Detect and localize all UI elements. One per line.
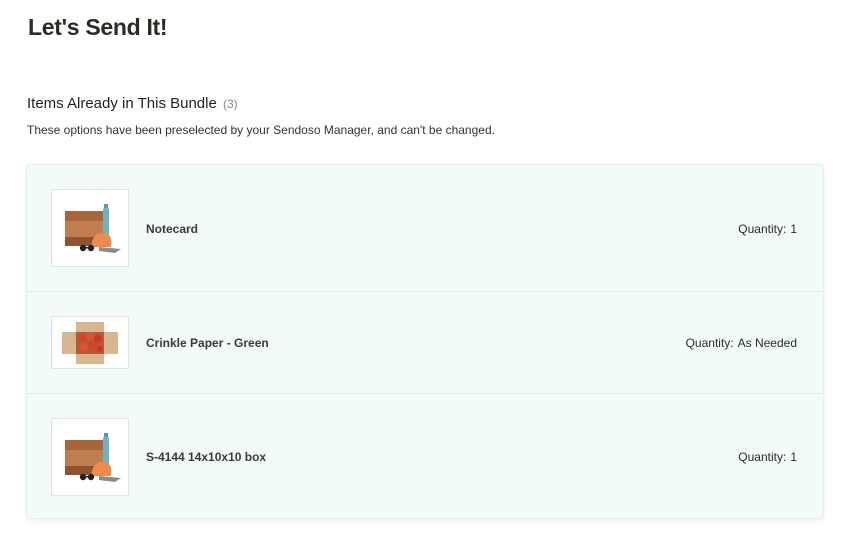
crinkle-paper-box-icon	[62, 321, 118, 364]
bundle-items-panel: Notecard Quantity: 1 Crinkle Paper - Gree…	[26, 164, 824, 519]
item-name: S-4144 14x10x10 box	[146, 450, 267, 464]
bundle-heading-text: Items Already in This Bundle	[27, 95, 217, 112]
bundle-section-heading: Items Already in This Bundle (3)	[27, 95, 238, 112]
quantity-label: Quantity:	[738, 222, 787, 236]
quantity-label: Quantity:	[738, 450, 787, 464]
quantity-value: As Needed	[737, 336, 797, 350]
bundle-item-row: Notecard Quantity: 1	[27, 165, 823, 292]
bundle-item-row: S-4144 14x10x10 box Quantity: 1	[27, 394, 823, 520]
bundle-subtitle: These options have been preselected by y…	[27, 123, 495, 137]
item-quantity: Quantity: As Needed	[686, 336, 797, 350]
item-quantity: Quantity: 1	[738, 450, 797, 464]
gift-box-bundle-icon	[65, 204, 121, 253]
item-thumbnail	[51, 189, 129, 267]
bundle-item-row: Crinkle Paper - Green Quantity: As Needed	[27, 292, 823, 394]
gift-box-bundle-icon	[65, 433, 121, 482]
quantity-value: 1	[790, 222, 797, 236]
item-name: Notecard	[146, 222, 199, 236]
page-title: Let's Send It!	[28, 14, 168, 40]
bundle-item-count: (3)	[223, 97, 238, 111]
quantity-value: 1	[790, 450, 797, 464]
item-quantity: Quantity: 1	[738, 222, 797, 236]
item-thumbnail	[51, 316, 129, 369]
item-thumbnail	[51, 418, 129, 496]
quantity-label: Quantity:	[685, 336, 734, 350]
item-name: Crinkle Paper - Green	[146, 336, 269, 350]
